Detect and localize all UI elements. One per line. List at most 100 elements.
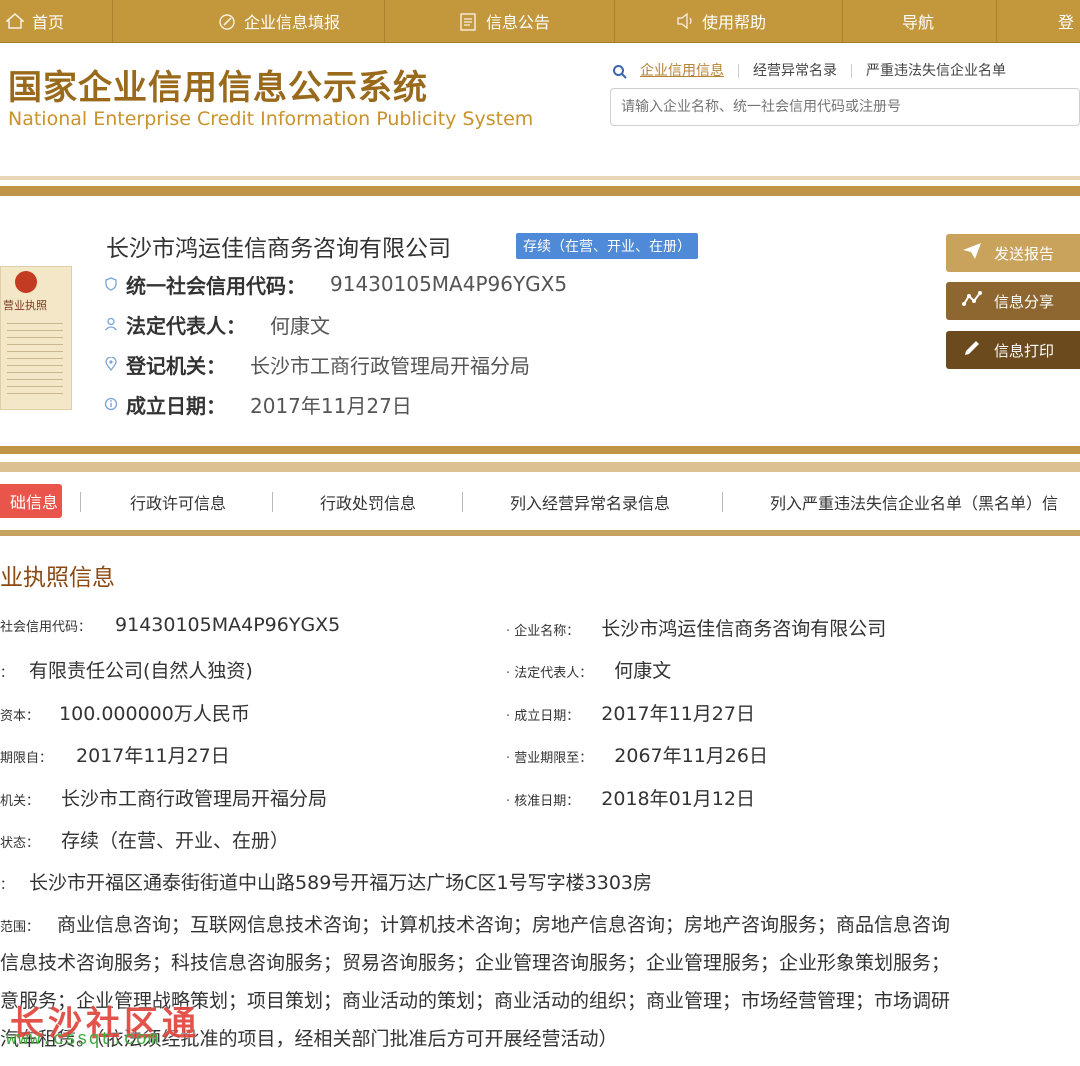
nav-navigation-label: 导航 xyxy=(902,13,935,32)
scope-line: 商业信息咨询；互联网信息技术咨询；计算机技术咨询；房地产信息咨询；房地产咨询服务… xyxy=(57,914,951,936)
field-value: 长沙市鸿运佳信商务咨询有限公司 xyxy=(601,618,887,640)
legal-rep-value: 何康文 xyxy=(270,313,330,338)
field-value: 2018年01月12日 xyxy=(601,788,755,810)
share-info-label: 信息分享 xyxy=(994,292,1055,311)
nav-enterprise-report[interactable]: 企业信息填报 xyxy=(218,0,340,42)
shield-icon xyxy=(104,277,118,291)
field-credit-code: 社会信用代码： 91430105MA4P96YGX5 xyxy=(0,614,340,636)
divider-band xyxy=(0,446,1080,454)
nav-login-label: 登 xyxy=(1058,13,1075,32)
legal-rep-row: 法定代表人： 何康文 xyxy=(104,309,330,339)
bullet: · xyxy=(506,751,515,766)
document-icon xyxy=(460,13,478,31)
field-value: 长沙市开福区通泰街街道中山路589号开福万达广场C区1号写字楼3303房 xyxy=(29,872,652,894)
field-value: 2017年11月27日 xyxy=(76,745,230,767)
location-pin-icon xyxy=(104,356,118,372)
license-lines xyxy=(7,317,63,397)
tab-divider xyxy=(272,492,273,512)
search-tabs: 企业信用信息 经营异常名录 严重违法失信企业名单 xyxy=(626,64,1020,78)
field-label: 机关： xyxy=(0,794,40,809)
nav-announcements[interactable]: 信息公告 xyxy=(460,0,550,42)
watermark-url: www.cssqt.com xyxy=(6,1030,160,1050)
nav-home-label: 首页 xyxy=(32,13,65,32)
tab-abnormal-list[interactable]: 列入经营异常名录信息 xyxy=(510,490,670,514)
send-report-label: 发送报告 xyxy=(994,244,1055,263)
field-enterprise-name: · 企业名称： 长沙市鸿运佳信商务咨询有限公司 xyxy=(506,614,886,641)
field-label: 期限自： xyxy=(0,751,53,766)
home-icon xyxy=(5,13,25,29)
field-term-from: 期限自： 2017年11月27日 xyxy=(0,741,230,768)
nav-help[interactable]: 使用帮助 xyxy=(676,0,766,42)
tab-admin-license[interactable]: 行政许可信息 xyxy=(130,490,226,514)
field-label: 范围： xyxy=(0,920,40,935)
establish-date-label: 成立日期： xyxy=(126,393,226,418)
business-license-thumbnail[interactable]: 营业执照 xyxy=(0,266,72,410)
field-label: 成立日期： xyxy=(514,709,580,724)
share-icon xyxy=(962,290,982,312)
field-value: 何康文 xyxy=(614,660,672,682)
field-label: 营业期限至： xyxy=(514,751,593,766)
field-label: 法定代表人： xyxy=(514,666,593,681)
share-info-button[interactable]: 信息分享 xyxy=(946,282,1080,320)
field-label: 资本： xyxy=(0,709,40,724)
field-label: ： xyxy=(0,878,14,893)
section-title: 业执照信息 xyxy=(0,565,115,591)
nav-login[interactable]: 登 xyxy=(1058,0,1074,42)
field-value: 2017年11月27日 xyxy=(601,703,755,725)
tab-divider xyxy=(722,492,723,512)
search-tab-blacklist[interactable]: 严重违法失信企业名单 xyxy=(852,64,1020,78)
field-company-type: ： 有限责任公司(自然人独资) xyxy=(0,656,253,683)
license-text: 营业执照 xyxy=(3,299,47,312)
field-value: 长沙市工商行政管理局开福分局 xyxy=(61,788,328,810)
status-badge: 存续（在营、开业、在册） xyxy=(516,233,698,259)
tab-blacklist[interactable]: 列入严重违法失信企业名单（黑名单）信 xyxy=(770,490,1058,514)
print-info-button[interactable]: 信息打印 xyxy=(946,331,1080,369)
field-legal-rep: · 法定代表人： 何康文 xyxy=(506,656,671,683)
bullet: · xyxy=(506,666,515,681)
person-icon xyxy=(104,317,118,331)
field-label: 状态： xyxy=(0,836,40,851)
send-report-button[interactable]: 发送报告 xyxy=(946,234,1080,272)
establish-date-value: 2017年11月27日 xyxy=(250,393,412,418)
field-address: ： 长沙市开福区通泰街街道中山路589号开福万达广场C区1号写字楼3303房 xyxy=(0,868,652,895)
field-status: 状态： 存续（在营、开业、在册） xyxy=(0,826,289,853)
nav-navigation[interactable]: 导航 xyxy=(902,0,934,42)
field-value: 2067年11月26日 xyxy=(614,745,768,767)
field-label: 核准日期： xyxy=(514,794,580,809)
legal-rep-label: 法定代表人： xyxy=(126,313,246,338)
search-tab-credit[interactable]: 企业信用信息 xyxy=(626,64,739,78)
info-icon xyxy=(104,397,118,411)
nav-home[interactable]: 首页 xyxy=(5,0,65,42)
print-info-label: 信息打印 xyxy=(994,341,1055,360)
edit-icon xyxy=(218,13,236,30)
field-registration-authority: 机关： 长沙市工商行政管理局开福分局 xyxy=(0,784,327,811)
search-input[interactable] xyxy=(619,89,1063,125)
bullet: · xyxy=(506,709,515,724)
scope-line: 信息技术咨询服务；科技信息咨询服务；贸易咨询服务；企业管理咨询服务；企业管理服务… xyxy=(0,952,951,974)
nav-divider xyxy=(112,0,113,42)
send-icon xyxy=(962,242,982,264)
nav-divider xyxy=(384,0,385,42)
credit-code-label: 统一社会信用代码： xyxy=(126,273,306,298)
field-establish-date: · 成立日期： 2017年11月27日 xyxy=(506,699,755,726)
field-label: 社会信用代码： xyxy=(0,620,92,635)
national-emblem-icon xyxy=(15,271,37,293)
nav-announcements-label: 信息公告 xyxy=(486,13,551,32)
nav-divider xyxy=(996,0,997,42)
search-tab-abnormal[interactable]: 经营异常名录 xyxy=(739,64,852,78)
field-approval-date: · 核准日期： 2018年01月12日 xyxy=(506,784,755,811)
site-title: 国家企业信用信息公示系统 xyxy=(8,68,428,108)
tab-divider xyxy=(80,492,81,512)
bullet: · xyxy=(506,794,515,809)
registration-authority-value: 长沙市工商行政管理局开福分局 xyxy=(250,353,530,378)
registration-authority-row: 登记机关： 长沙市工商行政管理局开福分局 xyxy=(104,349,530,379)
field-term-to: · 营业期限至： 2067年11月26日 xyxy=(506,741,768,768)
search-box xyxy=(610,88,1080,126)
field-business-scope: 范围： 商业信息咨询；互联网信息技术咨询；计算机技术咨询；房地产信息咨询；房地产… xyxy=(0,910,950,937)
company-name: 长沙市鸿运佳信商务咨询有限公司 xyxy=(106,236,451,262)
divider-band xyxy=(0,186,1080,196)
field-label: 企业名称： xyxy=(514,624,580,639)
tab-admin-penalty[interactable]: 行政处罚信息 xyxy=(320,490,416,514)
tab-basic-info[interactable]: 础信息 xyxy=(0,484,62,518)
nav-divider xyxy=(842,0,843,42)
